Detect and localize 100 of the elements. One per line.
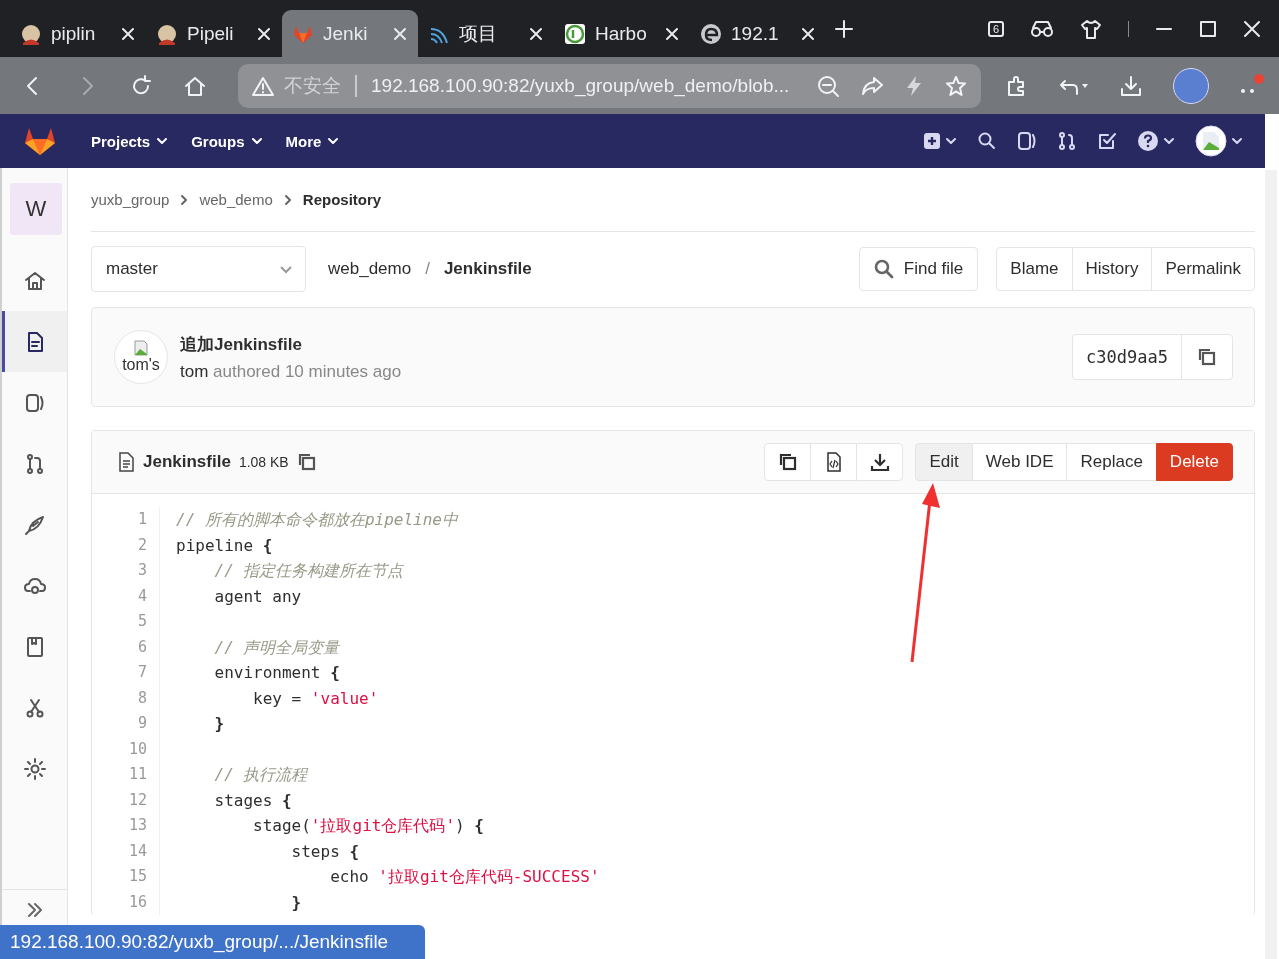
share-icon[interactable] [861, 75, 883, 96]
todo-check-icon[interactable] [1097, 131, 1117, 151]
close-icon[interactable] [800, 25, 816, 42]
chevron-down-icon [156, 135, 169, 147]
code-line: agent any [213, 585, 303, 608]
code-line: // 指定任务构建所在节点 [213, 560, 405, 582]
code-line: echo '拉取git仓库代码-SUCCESS' [329, 866, 601, 888]
download-button[interactable] [856, 443, 904, 481]
breadcrumb-current[interactable]: Repository [302, 191, 382, 208]
code-line: pipeline { [175, 534, 274, 557]
code-line: } [290, 891, 303, 914]
commit-title[interactable]: 追加Jenkinsfile [180, 332, 402, 356]
browser-tab[interactable]: piplin [10, 10, 146, 57]
browser-tab[interactable]: 项目 [418, 10, 554, 57]
delete-button[interactable]: Delete [1155, 443, 1233, 481]
line-number: 10 [127, 738, 147, 760]
sidebar-item[interactable] [2, 311, 67, 372]
close-icon[interactable] [528, 25, 544, 42]
breadcrumb-link[interactable]: web_demo [199, 191, 273, 208]
copy-path-icon[interactable] [296, 452, 317, 472]
line-number: 7 [136, 662, 147, 683]
close-icon[interactable] [664, 25, 680, 42]
code-line: } [213, 713, 226, 735]
project-avatar[interactable]: W [10, 183, 62, 235]
close-icon[interactable] [1243, 19, 1261, 38]
glasses-icon[interactable] [1030, 18, 1054, 39]
file-size: 1.08 KB [238, 454, 289, 470]
history-button[interactable]: History [1071, 247, 1153, 291]
maximize-icon[interactable] [1199, 19, 1217, 38]
code-line: environment { [213, 662, 341, 684]
tab-count-button[interactable]: 6 [988, 20, 1004, 37]
profile-avatar[interactable] [1173, 67, 1209, 104]
file-action-button[interactable]: Replace [1066, 443, 1157, 481]
nav-menu[interactable]: More [285, 132, 340, 150]
status-url: 192.168.100.90:82/yuxb_group/.../Jenkinsfile [0, 925, 425, 959]
code-line: stage('拉取git仓库代码') { [252, 815, 485, 837]
home-icon[interactable] [184, 74, 206, 97]
chevron-down-icon [1163, 135, 1175, 147]
new-dropdown[interactable] [923, 132, 957, 150]
logo-icon[interactable] [24, 126, 56, 156]
line-number: 12 [127, 789, 147, 811]
line-number: 15 [127, 866, 147, 887]
help-dropdown[interactable] [1137, 130, 1175, 152]
code-line: // 声明全局变量 [213, 636, 342, 659]
file-action-button[interactable]: Edit [915, 443, 973, 481]
zoom-out-icon[interactable] [817, 74, 839, 97]
warning-icon [252, 75, 274, 96]
code-file-icon [824, 452, 843, 472]
nav-menu[interactable]: Groups [191, 132, 263, 150]
file-action-button[interactable]: Web IDE [971, 443, 1068, 481]
tab-favicon-icon [20, 22, 42, 45]
line-number: 9 [136, 713, 147, 734]
line-number: 1 [136, 509, 147, 530]
close-icon[interactable] [120, 25, 136, 42]
reload-icon[interactable] [130, 74, 152, 97]
history-button[interactable]: Permalink [1151, 247, 1255, 291]
history-button[interactable]: Blame [996, 247, 1073, 291]
breadcrumb-chevron-icon [179, 193, 190, 206]
settings-icon [22, 756, 47, 781]
browser-tab[interactable]: Pipeli [146, 10, 282, 57]
plus-square-icon [923, 132, 941, 150]
new-tab-icon[interactable] [834, 18, 854, 39]
author-avatar: tom's [114, 330, 168, 384]
avatar-icon [1195, 125, 1227, 157]
file-path-link[interactable]: web_demo [328, 259, 412, 279]
browser-tab[interactable]: Harbo [554, 10, 690, 57]
search-icon [873, 259, 894, 279]
merge-request-icon[interactable] [1057, 131, 1077, 151]
search-icon[interactable] [977, 131, 997, 151]
issues-icon[interactable] [1017, 131, 1037, 151]
tab-favicon-icon [156, 22, 178, 45]
tab-favicon-icon [700, 22, 722, 45]
code-line: // 执行流程 [213, 764, 309, 786]
nav-menu[interactable]: Projects [91, 132, 169, 150]
browser-tab[interactable]: Jenki [282, 10, 418, 57]
star-icon[interactable] [945, 74, 967, 97]
browser-tab[interactable]: 192.1 [690, 10, 826, 57]
line-number: 4 [136, 585, 147, 607]
line-number: 5 [136, 611, 147, 632]
raw-file-button[interactable] [810, 443, 858, 481]
download-icon[interactable] [1119, 73, 1143, 98]
close-icon[interactable] [256, 25, 272, 42]
branch-dropdown[interactable]: master [91, 246, 306, 292]
code-line: key = 'value' [252, 687, 380, 710]
chevron-down-icon [1231, 135, 1243, 147]
commit-sha[interactable]: c30d9aa5 [1072, 334, 1182, 380]
copy-icon [1197, 347, 1217, 367]
line-number: 2 [136, 534, 147, 556]
copy-source-button[interactable] [764, 443, 812, 481]
download-icon [869, 452, 890, 472]
shirt-icon[interactable] [1080, 17, 1102, 40]
find-file-button[interactable]: Find file [858, 247, 979, 291]
breadcrumb-link[interactable]: yuxb_group [91, 191, 170, 208]
url-text: 192.168.100.90:82/yuxb_group/web_demo/blob... [371, 74, 791, 97]
line-number: 13 [127, 815, 147, 836]
user-dropdown[interactable] [1195, 125, 1243, 157]
chevron-down-icon [327, 135, 340, 147]
file-path-current: Jenkinsfile [443, 259, 532, 279]
code-line: steps { [290, 840, 361, 863]
copy-button[interactable] [1181, 334, 1233, 380]
